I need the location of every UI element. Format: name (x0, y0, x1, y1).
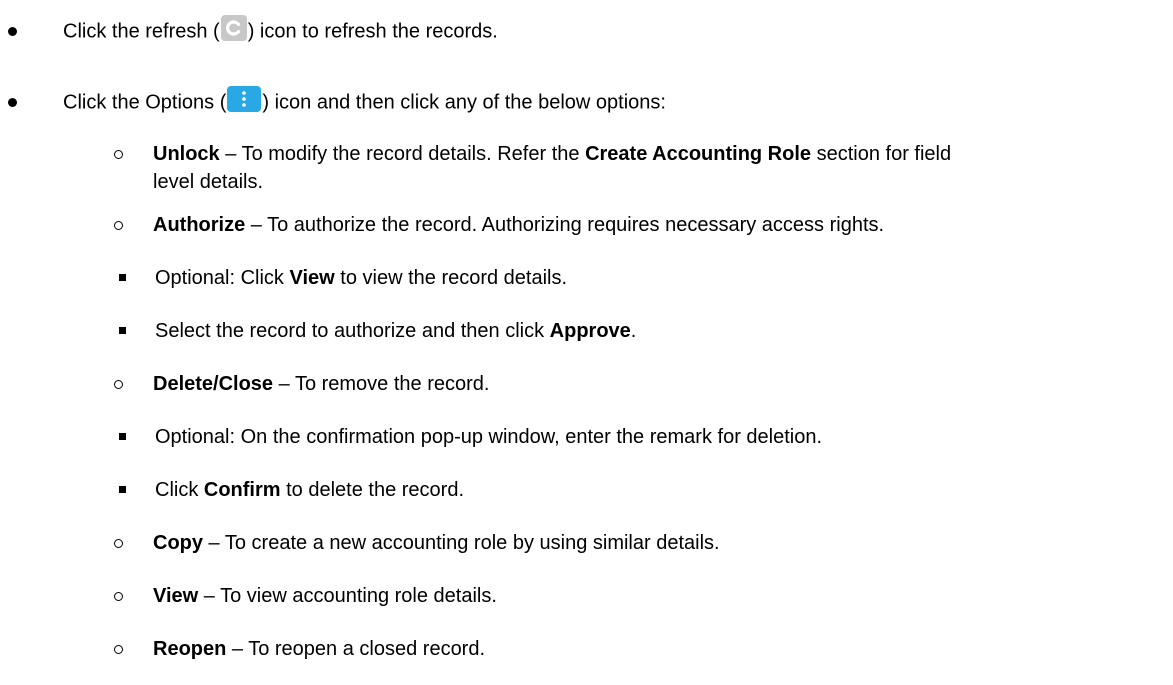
bullet-square (119, 274, 126, 281)
option-delete-close: Delete/Close – To remove the record. (153, 373, 490, 395)
authorize-step-view: Optional: Click View to view the record … (155, 267, 568, 289)
list-item-refresh: Click the refresh () icon to refresh the… (63, 15, 498, 45)
bullet-circle (114, 645, 123, 654)
bullet-circle (114, 221, 123, 230)
list-item-options: Click the Options () icon and then click… (63, 86, 666, 116)
option-unlock-continued: level details. (153, 171, 264, 193)
bullet-circle (114, 150, 123, 159)
bullet-square (119, 433, 126, 440)
bullet-square (119, 327, 126, 334)
bullet-circle (114, 592, 123, 601)
option-view: View – To view accounting role details. (153, 585, 497, 607)
bullet-dot (8, 27, 17, 36)
bullet-square (119, 486, 126, 493)
refresh-icon (220, 15, 247, 41)
option-copy: Copy – To create a new accounting role b… (153, 532, 720, 554)
delete-step-remark: Optional: On the confirmation pop-up win… (155, 426, 823, 448)
option-reopen: Reopen – To reopen a closed record. (153, 638, 486, 660)
more-options-icon (227, 86, 262, 112)
bullet-dot (8, 98, 17, 107)
bullet-circle (114, 380, 123, 389)
option-authorize: Authorize – To authorize the record. Aut… (153, 214, 885, 236)
bullet-circle (114, 539, 123, 548)
delete-step-confirm: Click Confirm to delete the record. (155, 479, 465, 501)
authorize-step-approve: Select the record to authorize and then … (155, 320, 637, 342)
option-unlock: Unlock – To modify the record details. R… (153, 143, 952, 165)
